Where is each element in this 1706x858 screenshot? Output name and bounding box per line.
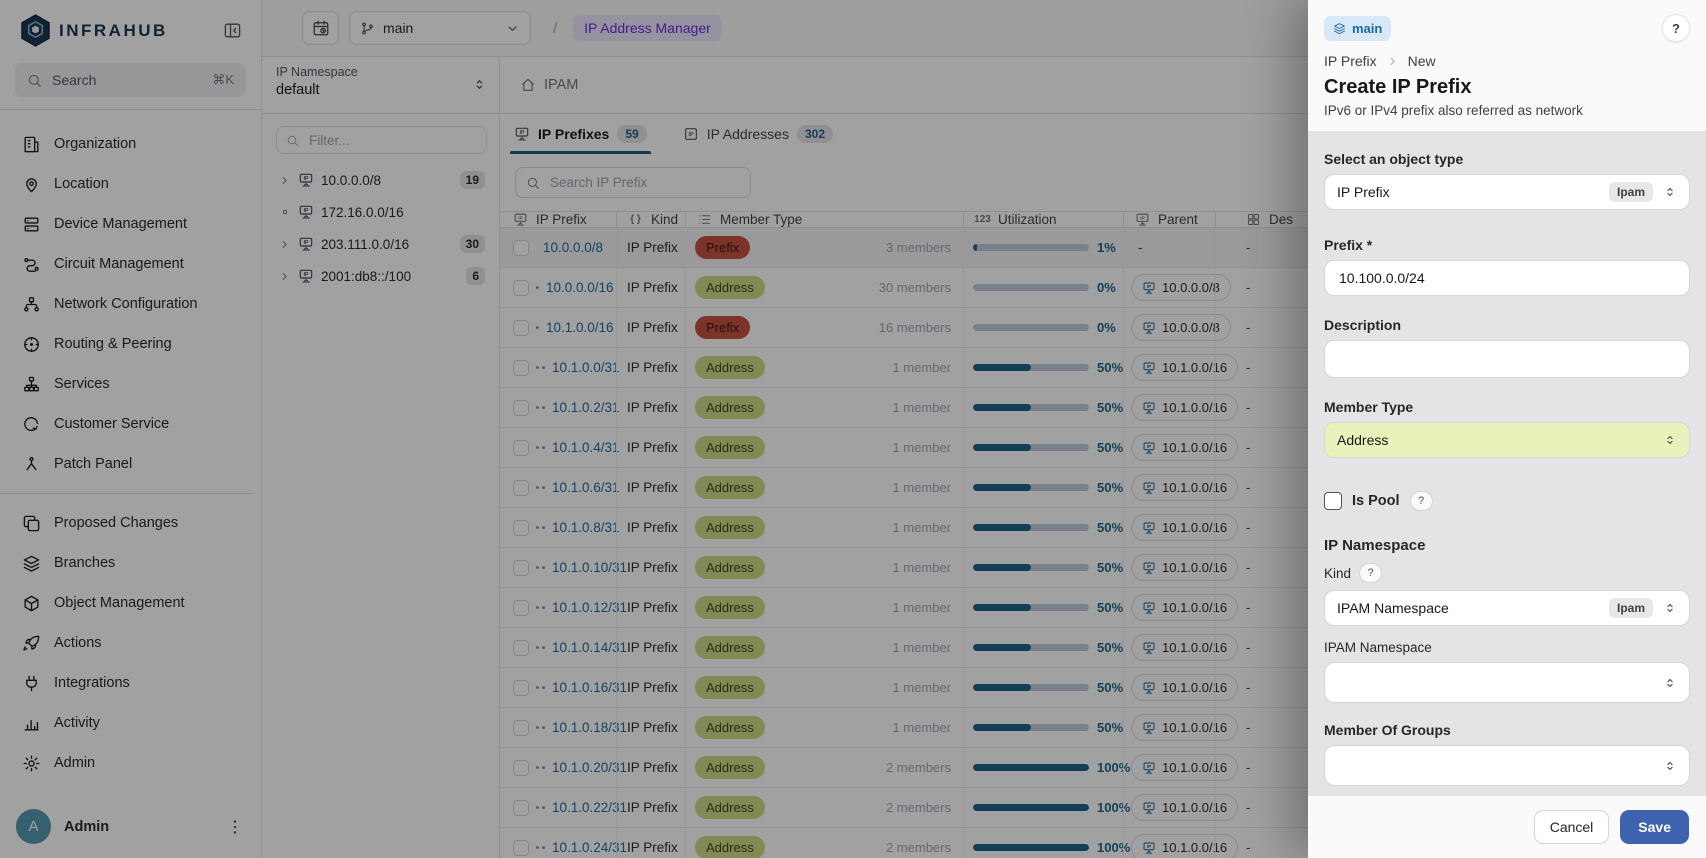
- namespace-badge: Ipam: [1609, 182, 1653, 202]
- member-of-groups-label: Member Of Groups: [1324, 722, 1690, 738]
- modal-overlay[interactable]: [0, 0, 1308, 858]
- kind-label: Kind: [1324, 566, 1351, 581]
- drawer-subtitle: IPv6 or IPv4 prefix also referred as net…: [1324, 103, 1690, 118]
- member-type-value: Address: [1337, 432, 1388, 448]
- drawer-breadcrumb: IP Prefix New: [1324, 53, 1690, 69]
- namespace-badge: Ipam: [1609, 598, 1653, 618]
- cancel-button[interactable]: Cancel: [1534, 810, 1610, 844]
- description-field: [1324, 340, 1690, 378]
- object-type-select[interactable]: IP Prefix Ipam: [1324, 174, 1690, 210]
- kind-help-icon[interactable]: ?: [1359, 563, 1382, 583]
- member-of-groups-select[interactable]: [1324, 745, 1690, 786]
- chevron-right-icon: [1386, 55, 1399, 68]
- kind-value: IPAM Namespace: [1337, 600, 1449, 616]
- breadcrumb-object[interactable]: IP Prefix: [1324, 53, 1377, 69]
- breadcrumb-action: New: [1408, 53, 1436, 69]
- drawer-form: Select an object type IP Prefix Ipam Pre…: [1308, 131, 1706, 795]
- infrahub-app: INFRAHUB Search ⌘K Organization Location…: [0, 0, 1706, 858]
- description-field-input[interactable]: [1337, 350, 1677, 368]
- ip-namespace-section-label: IP Namespace: [1324, 537, 1690, 554]
- save-button[interactable]: Save: [1620, 810, 1689, 844]
- create-ip-prefix-drawer: main ? IP Prefix New Create IP Prefix IP…: [1308, 0, 1706, 858]
- chevrons-updown-icon: [1663, 676, 1677, 690]
- prefix-field-input[interactable]: [1337, 269, 1677, 287]
- kind-select[interactable]: IPAM Namespace Ipam: [1324, 590, 1690, 626]
- ipam-namespace-select[interactable]: [1324, 662, 1690, 703]
- drawer-title: Create IP Prefix: [1324, 76, 1690, 99]
- layers-icon: [1333, 22, 1346, 35]
- help-button[interactable]: ?: [1662, 14, 1690, 42]
- ipam-namespace-label: IPAM Namespace: [1324, 640, 1432, 655]
- drawer-header: main ? IP Prefix New Create IP Prefix IP…: [1308, 0, 1706, 131]
- chevrons-updown-icon: [1663, 759, 1677, 773]
- member-type-field-label: Member Type: [1324, 399, 1690, 415]
- object-type-label: Select an object type: [1324, 151, 1690, 167]
- member-type-select[interactable]: Address: [1324, 422, 1690, 458]
- prefix-field: [1324, 260, 1690, 296]
- chevrons-updown-icon: [1663, 601, 1677, 615]
- prefix-field-label: Prefix *: [1324, 237, 1690, 253]
- drawer-footer: Cancel Save: [1308, 795, 1706, 858]
- is-pool-checkbox[interactable]: [1324, 492, 1342, 510]
- chevrons-updown-icon: [1663, 185, 1677, 199]
- is-pool-help-icon[interactable]: ?: [1410, 491, 1433, 511]
- chevrons-updown-icon: [1663, 433, 1677, 447]
- is-pool-label: Is Pool: [1352, 493, 1400, 509]
- branch-badge[interactable]: main: [1324, 16, 1391, 41]
- branch-badge-label: main: [1352, 21, 1382, 36]
- object-type-value: IP Prefix: [1337, 184, 1390, 200]
- description-field-label: Description: [1324, 317, 1690, 333]
